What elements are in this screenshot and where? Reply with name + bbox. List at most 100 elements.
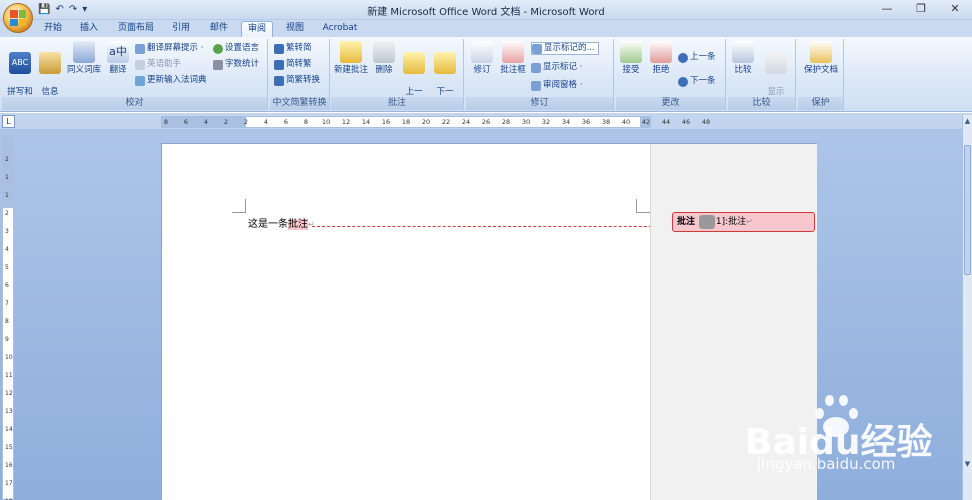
restore-button[interactable]: ❐ bbox=[904, 0, 938, 20]
group-label-changes: 更改 bbox=[616, 97, 725, 110]
word-count-icon bbox=[213, 59, 223, 70]
compare-button[interactable]: 比较 bbox=[730, 41, 756, 76]
translate-tip-button[interactable]: 翻译屏幕提示 · bbox=[135, 42, 203, 55]
ruler-tick-label: 2 bbox=[223, 118, 229, 126]
group-proofing: ABC 拼写和 语法 信息 检索 同义词库 a中 翻译 翻译屏幕提示 · 英语助… bbox=[2, 39, 268, 110]
next-change-icon bbox=[678, 76, 688, 87]
group-label-proofing: 校对 bbox=[2, 97, 267, 110]
reject-button[interactable]: 拒绝 bbox=[648, 41, 674, 76]
set-language-button[interactable]: 设置语言 bbox=[213, 42, 259, 55]
title-bar: 💾 ↶ ↷ ▾ 新建 Microsoft Office Word 文档 - Mi… bbox=[0, 0, 972, 20]
convert-icon bbox=[274, 75, 284, 86]
tab-insert[interactable]: 插入 bbox=[74, 21, 104, 37]
tab-acrobat[interactable]: Acrobat bbox=[318, 21, 362, 37]
previous-change-button[interactable]: 上一条 bbox=[678, 51, 716, 64]
balloons-icon bbox=[502, 41, 524, 63]
lock-document-icon bbox=[810, 41, 832, 63]
s2t-icon bbox=[274, 59, 284, 70]
vruler-tick-label: 2 bbox=[5, 210, 9, 217]
group-protect: 保护文档 保护 bbox=[798, 39, 844, 110]
show-markup-icon bbox=[531, 62, 541, 73]
translate-icon: a中 bbox=[107, 41, 129, 63]
ruler-tick-label: 32 bbox=[541, 118, 551, 126]
update-ime-button[interactable]: 更新输入法词典 bbox=[135, 74, 207, 87]
vruler-tick-label: 11 bbox=[5, 372, 13, 379]
previous-comment-icon bbox=[403, 52, 425, 74]
ruler-tick-label: 16 bbox=[381, 118, 391, 126]
comment-label: 批注 bbox=[677, 217, 696, 227]
accept-button[interactable]: 接受 bbox=[618, 41, 644, 76]
reviewing-pane-button[interactable]: 审阅窗格 · bbox=[531, 79, 582, 92]
show-source-icon bbox=[765, 52, 787, 74]
vertical-ruler[interactable]: 21123456789101112131415161718 bbox=[2, 135, 14, 500]
comment-balloon[interactable]: 批注 1]:批注↵ bbox=[672, 212, 815, 232]
next-comment-icon bbox=[434, 52, 456, 74]
ruler-tick-label: 4 bbox=[263, 118, 269, 126]
track-changes-icon bbox=[471, 41, 493, 63]
vruler-tick-label: 8 bbox=[5, 318, 9, 325]
horizontal-ruler[interactable]: 8 6 4 2 2 4 6 8 10 12 14 16 18 20 22 24 26 28 30 32 34 36 38 40… bbox=[161, 116, 710, 128]
previous-change-icon bbox=[678, 52, 688, 63]
commented-text[interactable]: 批注 bbox=[288, 219, 308, 230]
thesaurus-button[interactable]: 同义词库 bbox=[66, 41, 102, 76]
ruler-tick-label: 34 bbox=[561, 118, 571, 126]
ruler-tick-label: 22 bbox=[441, 118, 451, 126]
english-assistant-button[interactable]: 英语助手 bbox=[135, 58, 181, 71]
chinese-convert-button[interactable]: 简繁转换 bbox=[274, 74, 320, 87]
comment-text: 1]:批注 bbox=[715, 217, 747, 227]
vruler-tick-label: 12 bbox=[5, 390, 13, 397]
protect-document-button[interactable]: 保护文档 bbox=[800, 41, 842, 76]
group-label-protect: 保护 bbox=[798, 97, 843, 110]
new-comment-button[interactable]: 新建批注 bbox=[333, 41, 369, 76]
tab-home[interactable]: 开始 bbox=[38, 21, 68, 37]
ruler-tick-label: 30 bbox=[521, 118, 531, 126]
update-dictionary-icon bbox=[135, 75, 145, 86]
display-review-icon bbox=[532, 43, 542, 54]
word-count-button[interactable]: 字数统计 bbox=[213, 58, 259, 71]
ruler-tick-label: 40 bbox=[621, 118, 631, 126]
group-comments: 新建批注 删除 上一 条 下一 条 批注 bbox=[331, 39, 464, 110]
group-changes: 接受 拒绝 上一条 下一条 更改 bbox=[616, 39, 726, 110]
vruler-tick-label: 7 bbox=[5, 300, 9, 307]
office-button[interactable] bbox=[3, 3, 33, 33]
show-markup-button[interactable]: 显示标记 · bbox=[531, 61, 582, 74]
track-changes-button[interactable]: 修订 bbox=[468, 41, 496, 76]
vruler-tick-label: 2 bbox=[5, 156, 9, 163]
translate-button[interactable]: a中 翻译 bbox=[104, 41, 132, 76]
translate-tip-icon bbox=[135, 43, 145, 54]
margin-corner-tl bbox=[232, 199, 246, 213]
tab-view[interactable]: 视图 bbox=[280, 21, 310, 37]
simplified-to-traditional-button[interactable]: 简转繁 bbox=[274, 58, 312, 71]
ruler-tick-label: 8 bbox=[303, 118, 309, 126]
paragraph-mark: ↵ bbox=[308, 220, 315, 229]
minimize-button[interactable]: — bbox=[870, 0, 904, 20]
balloons-button[interactable]: 批注框 bbox=[498, 41, 528, 76]
vruler-tick-label: 1 bbox=[5, 192, 9, 199]
close-button[interactable]: ✕ bbox=[938, 0, 972, 20]
ruler-tick-label: 8 bbox=[163, 118, 169, 126]
tab-mailings[interactable]: 邮件 bbox=[204, 21, 234, 37]
display-for-review-select[interactable]: 显示标记的... bbox=[531, 42, 599, 55]
vruler-tick-label: 9 bbox=[5, 336, 9, 343]
group-chinese-conversion: 繁转简 简转繁 简繁转换 中文简繁转换 bbox=[270, 39, 330, 110]
comment-paragraph-mark: ↵ bbox=[746, 217, 753, 226]
group-tracking: 修订 批注框 显示标记的... 显示标记 · 审阅窗格 · 修订 bbox=[466, 39, 614, 110]
scroll-up-icon[interactable]: ▲ bbox=[963, 117, 972, 128]
next-change-button[interactable]: 下一条 bbox=[678, 75, 716, 88]
tab-selector-icon[interactable]: L bbox=[2, 115, 15, 128]
tab-references[interactable]: 引用 bbox=[166, 21, 196, 37]
ruler-tick-label: 42 bbox=[641, 118, 651, 126]
ruler-tick-label: 4 bbox=[203, 118, 209, 126]
tab-page-layout[interactable]: 页面布局 bbox=[113, 21, 159, 37]
scroll-thumb[interactable] bbox=[964, 145, 971, 275]
group-label-comments: 批注 bbox=[331, 97, 463, 110]
traditional-to-simplified-button[interactable]: 繁转简 bbox=[274, 42, 312, 55]
body-paragraph[interactable]: 这是一条批注↵ bbox=[248, 215, 315, 230]
t2s-icon bbox=[274, 43, 284, 54]
document-page[interactable]: 这是一条批注↵ 批注 1]:批注↵ bbox=[161, 143, 817, 500]
ruler-tick-label: 14 bbox=[361, 118, 371, 126]
ruler-tick-label: 10 bbox=[321, 118, 331, 126]
delete-comment-button[interactable]: 删除 bbox=[371, 41, 397, 76]
ribbon-tabs: 开始 插入 页面布局 引用 邮件 审阅 视图 Acrobat bbox=[0, 20, 972, 37]
tab-review[interactable]: 审阅 bbox=[241, 21, 273, 37]
